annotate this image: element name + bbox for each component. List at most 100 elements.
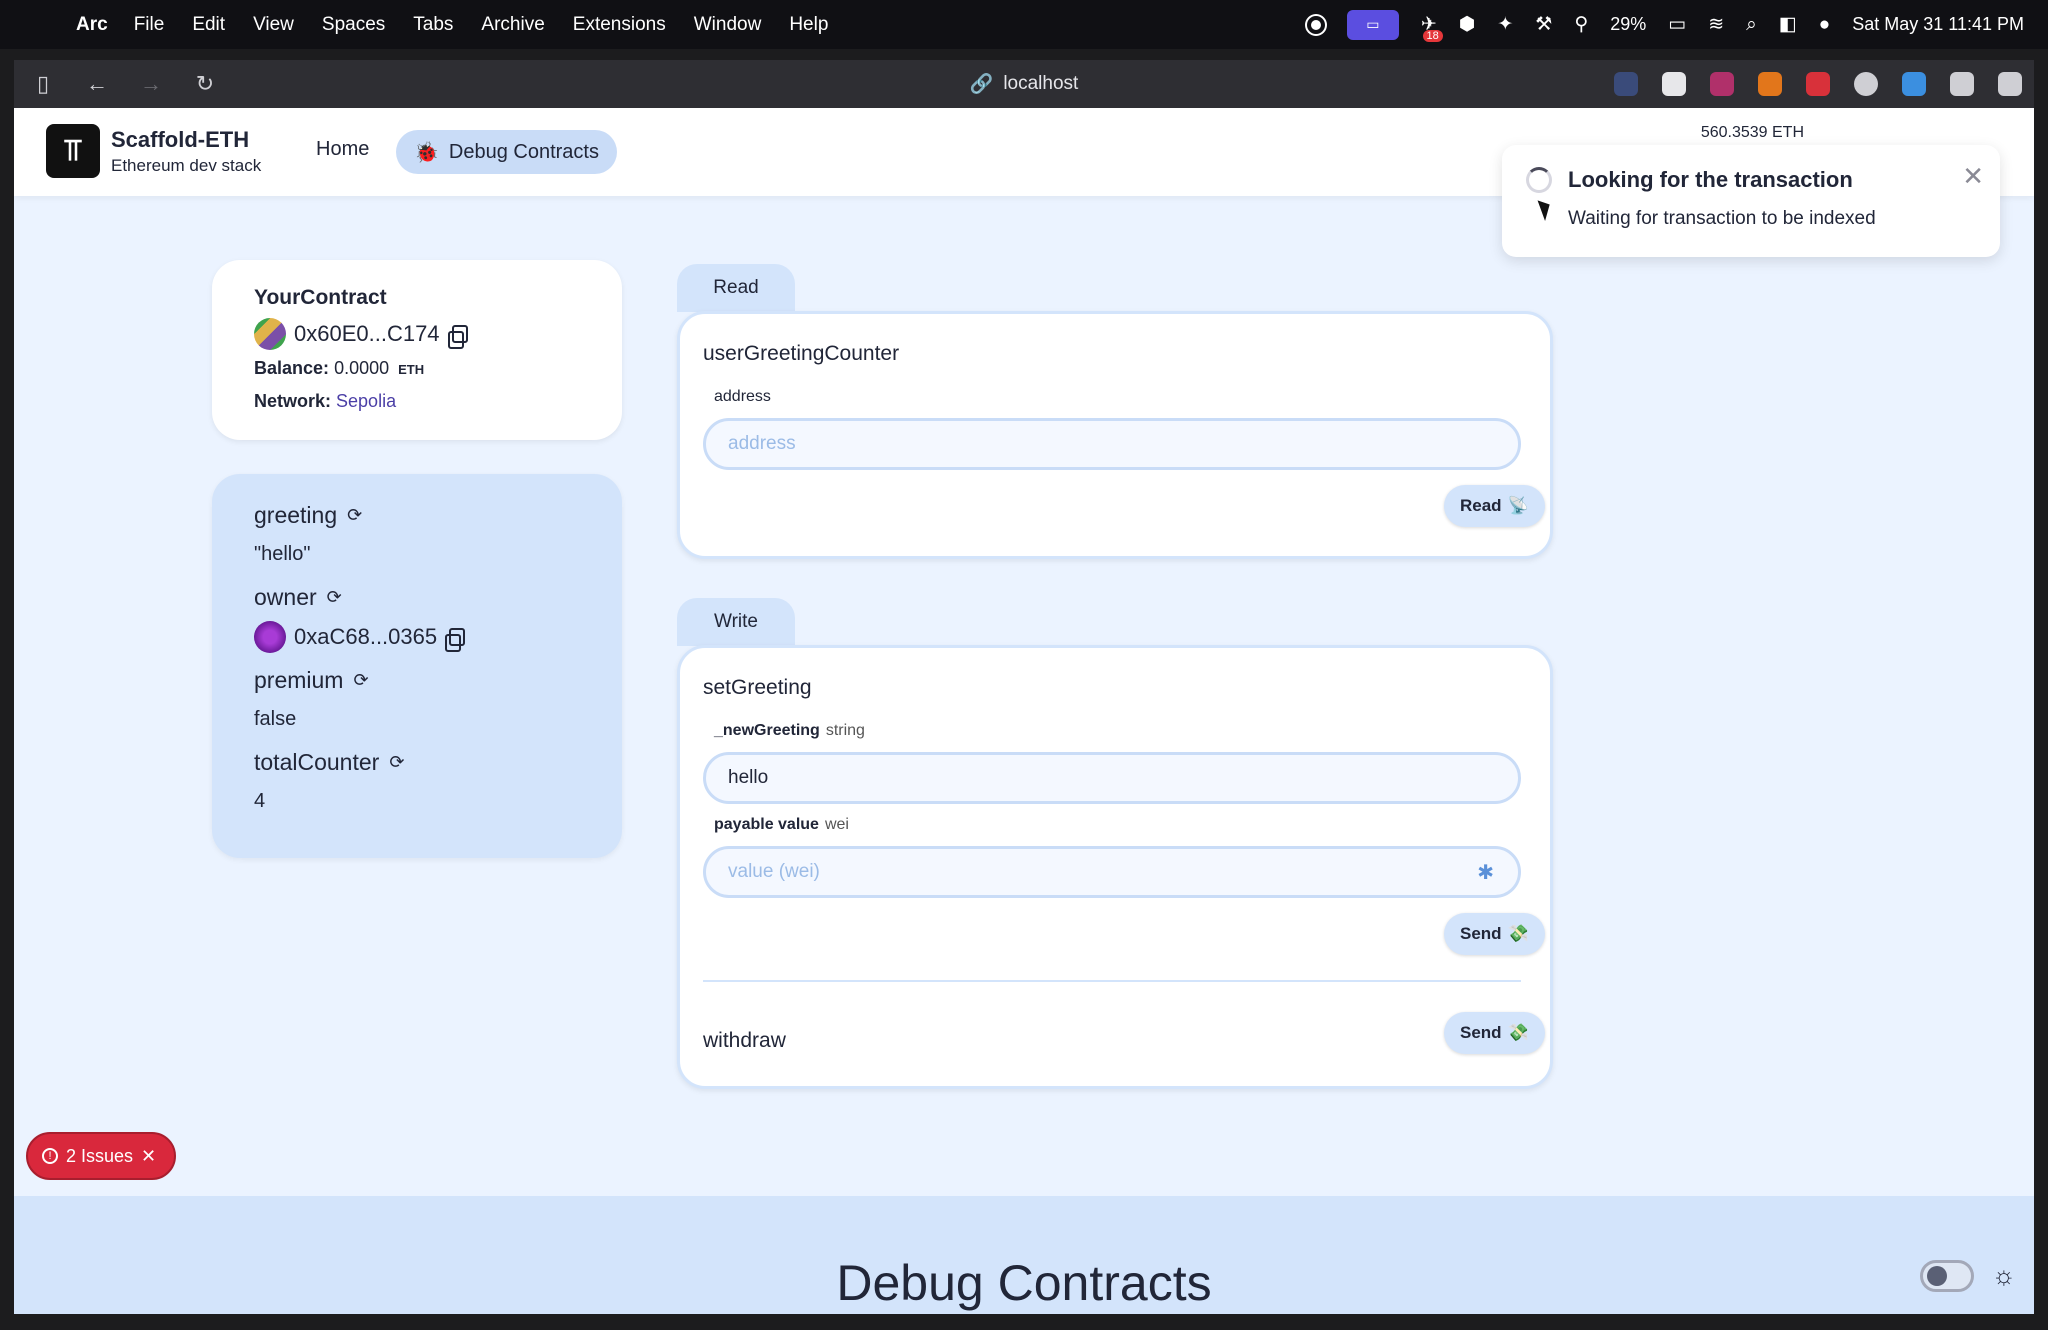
split-view-icon[interactable]	[1998, 72, 2022, 96]
extension-pink-icon[interactable]	[1710, 72, 1734, 96]
contract-address[interactable]: 0x60E0...C174	[294, 321, 440, 347]
read-button[interactable]: Read 📡	[1444, 485, 1545, 527]
contract-name: YourContract	[254, 286, 387, 309]
var-owner-value[interactable]: 0xaC68...0365	[294, 624, 437, 650]
search-icon[interactable]: ⌕	[1746, 14, 1757, 36]
multiply-icon[interactable]: ✱	[1477, 860, 1494, 885]
wifi-icon[interactable]: ≋	[1708, 13, 1724, 36]
macos-menubar: Arc File Edit View Spaces Tabs Archive E…	[0, 0, 2048, 49]
address-input[interactable]: address	[703, 418, 1521, 470]
nav-debug-contracts-link[interactable]: 🐞 Debug Contracts	[396, 130, 617, 174]
fn-withdraw: withdraw	[703, 1029, 786, 1052]
network-value: Sepolia	[336, 391, 397, 411]
menu-view[interactable]: View	[253, 14, 294, 36]
var-total-label: totalCounter	[254, 749, 380, 775]
battery-icon[interactable]: ▭	[1668, 13, 1686, 36]
fn-set-greeting: setGreeting	[703, 676, 812, 699]
screen-share-icon[interactable]: ▭	[1346, 9, 1399, 40]
notification-app-icon[interactable]: ✈ 18	[1421, 13, 1443, 42]
network-label: Network:	[254, 391, 332, 411]
brand-title: Scaffold-ETH	[111, 127, 250, 152]
balance-label: Balance:	[254, 358, 330, 378]
menu-tabs[interactable]: Tabs	[413, 14, 453, 36]
hammer-icon[interactable]: ⚒	[1535, 13, 1552, 36]
satellite-icon[interactable]: ✦	[1497, 13, 1513, 36]
send-button-label: Send	[1460, 924, 1502, 943]
menu-help[interactable]: Help	[789, 14, 828, 36]
scaffold-logo-icon[interactable]: ⫪	[46, 124, 100, 178]
owner-blockie-avatar	[254, 621, 286, 653]
wallet-balance[interactable]: 560.3539 ETH	[1701, 124, 1804, 142]
pen-icon[interactable]	[1902, 72, 1926, 96]
back-arrow-icon[interactable]: ←	[84, 71, 110, 97]
new-greeting-input[interactable]: hello	[703, 752, 1521, 804]
balance-value: 0.0000	[334, 358, 390, 378]
browser-toolbar: ▯ ← → ↻ 🔗 localhost	[14, 60, 2034, 108]
close-icon[interactable]: ✕	[141, 1146, 156, 1167]
extension-grid-icon[interactable]	[1950, 72, 1974, 96]
menu-app-name[interactable]: Arc	[76, 14, 108, 36]
withdraw-button-label: Send	[1460, 1023, 1502, 1042]
nav-home-link[interactable]: Home	[316, 138, 369, 161]
var-premium-label: premium	[254, 667, 344, 693]
var-premium: premium ⟳	[254, 667, 580, 694]
theme-toggle[interactable]	[1920, 1260, 1974, 1292]
money-icon: 💸	[1507, 1023, 1529, 1042]
money-icon: 💸	[1507, 924, 1529, 943]
divider	[703, 980, 1521, 982]
var-greeting-value: "hello"	[254, 543, 311, 565]
payable-value-label: payable value wei	[714, 816, 849, 834]
menu-extensions[interactable]: Extensions	[573, 14, 666, 36]
payable-placeholder: value (wei)	[728, 861, 820, 882]
contract-network: Network: Sepolia	[254, 391, 580, 412]
payable-value-input[interactable]: value (wei) ✱	[703, 846, 1521, 898]
menu-edit[interactable]: Edit	[192, 14, 225, 36]
var-total-counter: totalCounter ⟳	[254, 749, 580, 776]
nav-debug-label: Debug Contracts	[448, 140, 599, 163]
target-icon[interactable]	[1854, 72, 1878, 96]
menu-archive[interactable]: Archive	[481, 14, 544, 36]
refresh-icon[interactable]: ⟳	[353, 670, 368, 691]
menu-window[interactable]: Window	[694, 14, 762, 36]
set-greeting-send-button[interactable]: Send 💸	[1444, 913, 1545, 955]
tab-read: Read	[677, 264, 795, 312]
var-greeting-label: greeting	[254, 502, 338, 528]
page-footer: Debug Contracts	[14, 1196, 2034, 1314]
link-icon: 🔗	[969, 74, 994, 95]
close-icon[interactable]: ✕	[1962, 161, 1984, 192]
withdraw-send-button[interactable]: Send 💸	[1444, 1012, 1545, 1054]
brand[interactable]: Scaffold-ETH Ethereum dev stack	[111, 127, 261, 176]
menu-spaces[interactable]: Spaces	[322, 14, 385, 36]
eyedropper-icon[interactable]	[1662, 72, 1686, 96]
tab-write: Write	[677, 598, 795, 646]
sidebar-toggle-icon[interactable]: ▯	[30, 71, 56, 97]
menubar-clock[interactable]: Sat May 31 11:41 PM	[1852, 14, 2024, 35]
menu-file[interactable]: File	[134, 14, 165, 36]
shield-icon[interactable]: ⬢	[1459, 13, 1476, 36]
copy-icon[interactable]	[447, 325, 468, 349]
contract-info-card: YourContract 0x60E0...C174 Balance: 0.00…	[212, 260, 622, 440]
copy-icon[interactable]	[445, 628, 466, 652]
control-center-icon[interactable]: ◧	[1779, 13, 1797, 36]
siri-icon[interactable]: ●	[1819, 14, 1830, 36]
issues-badge[interactable]: ! 2 Issues ✕	[26, 1132, 176, 1180]
refresh-icon[interactable]: ⟳	[327, 587, 342, 608]
reload-icon[interactable]: ↻	[192, 71, 218, 97]
extension-red-icon[interactable]	[1806, 72, 1830, 96]
record-icon[interactable]	[1306, 15, 1325, 34]
toast-description: Waiting for transaction to be indexed	[1568, 208, 1876, 229]
antenna-icon[interactable]: ⚲	[1574, 13, 1588, 36]
metamask-icon[interactable]	[1758, 72, 1782, 96]
forward-arrow-icon[interactable]: →	[138, 71, 164, 97]
battery-percent[interactable]: 29%	[1610, 14, 1646, 35]
var-premium-value: false	[254, 708, 297, 730]
bug-icon: 🐞	[414, 141, 439, 164]
footer-title: Debug Contracts	[836, 1255, 1212, 1311]
refresh-icon[interactable]: ⟳	[389, 752, 404, 773]
toast-title: Looking for the transaction	[1568, 167, 1853, 192]
alert-icon: !	[42, 1148, 58, 1164]
extension-a-icon[interactable]	[1614, 72, 1638, 96]
refresh-icon[interactable]: ⟳	[347, 505, 362, 526]
contract-balance: Balance: 0.0000 ETH	[254, 358, 580, 379]
apple-icon[interactable]	[26, 11, 54, 39]
